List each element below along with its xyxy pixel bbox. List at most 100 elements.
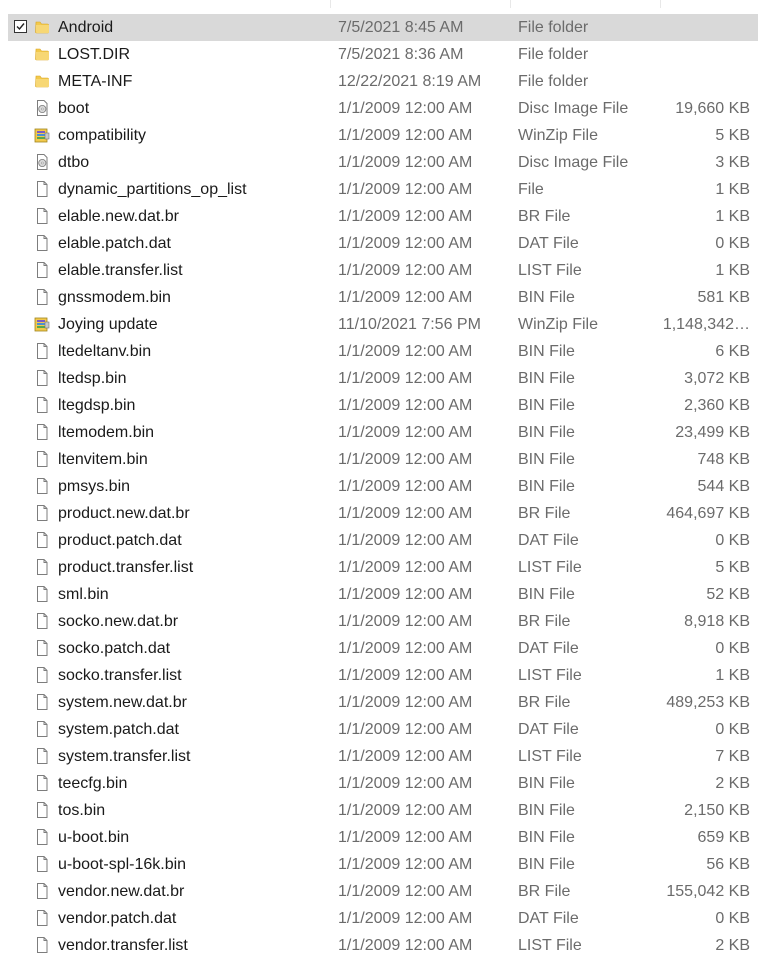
file-row[interactable]: ltegdsp.bin 1/1/2009 12:00 AM BIN File 2,36… <box>8 392 758 419</box>
file-size: 0 KB <box>715 721 750 738</box>
file-date-modified: 1/1/2009 12:00 AM <box>338 478 473 495</box>
file-type: BIN File <box>518 289 575 306</box>
file-row[interactable]: elable.patch.dat 1/1/2009 12:00 AM DAT Fil… <box>8 230 758 257</box>
file-icon <box>33 423 51 441</box>
file-name: system.patch.dat <box>58 721 179 738</box>
file-name: Joying update <box>58 316 158 333</box>
file-row[interactable]: u-boot-spl-16k.bin 1/1/2009 12:00 AM BIN F… <box>8 851 758 878</box>
file-name: META-INF <box>58 73 133 90</box>
file-row[interactable]: dtbo 1/1/2009 12:00 AM Disc Image File 3 KB <box>8 149 758 176</box>
file-row[interactable]: META-INF 12/22/2021 8:19 AM File folder <box>8 68 758 95</box>
file-name: elable.patch.dat <box>58 235 171 252</box>
file-name: product.transfer.list <box>58 559 194 576</box>
file-date-modified: 1/1/2009 12:00 AM <box>338 343 473 360</box>
file-size: 2 KB <box>715 937 750 954</box>
file-icon <box>33 207 51 225</box>
file-row[interactable]: gnssmodem.bin 1/1/2009 12:00 AM BIN File 58… <box>8 284 758 311</box>
column-divider[interactable] <box>660 0 661 8</box>
file-name: product.new.dat.br <box>58 505 190 522</box>
file-type: File <box>518 181 544 198</box>
file-type: LIST File <box>518 262 582 279</box>
file-row[interactable]: u-boot.bin 1/1/2009 12:00 AM BIN File 659 K… <box>8 824 758 851</box>
file-row[interactable]: system.transfer.list 1/1/2009 12:00 AM LIS… <box>8 743 758 770</box>
file-type: Disc Image File <box>518 154 629 171</box>
file-name: gnssmodem.bin <box>58 289 171 306</box>
file-name: ltemodem.bin <box>58 424 155 441</box>
disc-image-icon <box>33 99 51 117</box>
file-size: 3,072 KB <box>684 370 750 387</box>
file-name: system.transfer.list <box>58 748 191 765</box>
file-row[interactable]: boot 1/1/2009 12:00 AM Disc Image File 19,6… <box>8 95 758 122</box>
file-type: File folder <box>518 73 589 90</box>
file-row[interactable]: socko.patch.dat 1/1/2009 12:00 AM DAT File… <box>8 635 758 662</box>
file-type: BR File <box>518 613 571 630</box>
file-size: 5 KB <box>715 559 750 576</box>
file-icon <box>33 747 51 765</box>
select-checkbox[interactable] <box>14 20 27 33</box>
file-date-modified: 1/1/2009 12:00 AM <box>338 856 473 873</box>
disc-image-icon <box>33 153 51 171</box>
file-name: teecfg.bin <box>58 775 128 792</box>
column-divider[interactable] <box>510 0 511 8</box>
file-name: elable.transfer.list <box>58 262 183 279</box>
file-icon <box>33 261 51 279</box>
file-date-modified: 12/22/2021 8:19 AM <box>338 73 482 90</box>
file-row[interactable]: LOST.DIR 7/5/2021 8:36 AM File folder <box>8 41 758 68</box>
file-icon <box>33 234 51 252</box>
file-row[interactable]: product.transfer.list 1/1/2009 12:00 AM LI… <box>8 554 758 581</box>
file-date-modified: 1/1/2009 12:00 AM <box>338 424 473 441</box>
file-type: DAT File <box>518 910 579 927</box>
file-size: 23,499 KB <box>675 424 750 441</box>
file-row[interactable]: socko.new.dat.br 1/1/2009 12:00 AM BR File… <box>8 608 758 635</box>
file-icon <box>33 531 51 549</box>
file-row[interactable]: Joying update 11/10/2021 7:56 PM WinZip Fi… <box>8 311 758 338</box>
file-type: WinZip File <box>518 127 599 144</box>
file-name: ltedeltanv.bin <box>58 343 152 360</box>
file-name: u-boot-spl-16k.bin <box>58 856 187 873</box>
file-type: DAT File <box>518 235 579 252</box>
file-row[interactable]: product.patch.dat 1/1/2009 12:00 AM DAT Fi… <box>8 527 758 554</box>
file-type: BIN File <box>518 451 575 468</box>
file-row[interactable]: vendor.new.dat.br 1/1/2009 12:00 AM BR Fil… <box>8 878 758 905</box>
file-type: BIN File <box>518 478 575 495</box>
file-size: 659 KB <box>697 829 750 846</box>
file-row[interactable]: teecfg.bin 1/1/2009 12:00 AM BIN File 2 KB <box>8 770 758 797</box>
file-row[interactable]: Android 7/5/2021 8:45 AM File folder <box>8 14 758 41</box>
file-icon <box>33 774 51 792</box>
file-type: BIN File <box>518 343 575 360</box>
file-icon <box>33 504 51 522</box>
file-row[interactable]: vendor.patch.dat 1/1/2009 12:00 AM DAT Fil… <box>8 905 758 932</box>
file-row[interactable]: dynamic_partitions_op_list 1/1/2009 12:00… <box>8 176 758 203</box>
file-row[interactable]: product.new.dat.br 1/1/2009 12:00 AM BR Fi… <box>8 500 758 527</box>
file-date-modified: 1/1/2009 12:00 AM <box>338 451 473 468</box>
folder-icon <box>33 18 51 36</box>
file-row[interactable]: pmsys.bin 1/1/2009 12:00 AM BIN File 544 KB <box>8 473 758 500</box>
file-row[interactable]: ltedsp.bin 1/1/2009 12:00 AM BIN File 3,072… <box>8 365 758 392</box>
file-row[interactable]: vendor.transfer.list 1/1/2009 12:00 AM LIS… <box>8 932 758 959</box>
file-date-modified: 1/1/2009 12:00 AM <box>338 829 473 846</box>
file-row[interactable]: ltemodem.bin 1/1/2009 12:00 AM BIN File 23,… <box>8 419 758 446</box>
file-row[interactable]: elable.new.dat.br 1/1/2009 12:00 AM BR Fil… <box>8 203 758 230</box>
file-date-modified: 1/1/2009 12:00 AM <box>338 694 473 711</box>
file-date-modified: 1/1/2009 12:00 AM <box>338 559 473 576</box>
file-size: 2 KB <box>715 775 750 792</box>
file-row[interactable]: system.new.dat.br 1/1/2009 12:00 AM BR Fil… <box>8 689 758 716</box>
file-icon <box>33 612 51 630</box>
file-size: 2,360 KB <box>684 397 750 414</box>
file-type: LIST File <box>518 937 582 954</box>
file-date-modified: 1/1/2009 12:00 AM <box>338 208 473 225</box>
file-row[interactable]: system.patch.dat 1/1/2009 12:00 AM DAT Fil… <box>8 716 758 743</box>
file-type: WinZip File <box>518 316 599 333</box>
file-icon <box>33 477 51 495</box>
file-name: product.patch.dat <box>58 532 182 549</box>
file-row[interactable]: ltenvitem.bin 1/1/2009 12:00 AM BIN File 74… <box>8 446 758 473</box>
file-row[interactable]: compatibility 1/1/2009 12:00 AM WinZip Fil… <box>8 122 758 149</box>
file-row[interactable]: socko.transfer.list 1/1/2009 12:00 AM LIST… <box>8 662 758 689</box>
file-row[interactable]: elable.transfer.list 1/1/2009 12:00 AM LIS… <box>8 257 758 284</box>
file-date-modified: 1/1/2009 12:00 AM <box>338 721 473 738</box>
file-row[interactable]: tos.bin 1/1/2009 12:00 AM BIN File 2,150 KB <box>8 797 758 824</box>
file-size: 0 KB <box>715 532 750 549</box>
column-divider[interactable] <box>330 0 331 8</box>
file-row[interactable]: sml.bin 1/1/2009 12:00 AM BIN File 52 KB <box>8 581 758 608</box>
file-row[interactable]: ltedeltanv.bin 1/1/2009 12:00 AM BIN File 6… <box>8 338 758 365</box>
